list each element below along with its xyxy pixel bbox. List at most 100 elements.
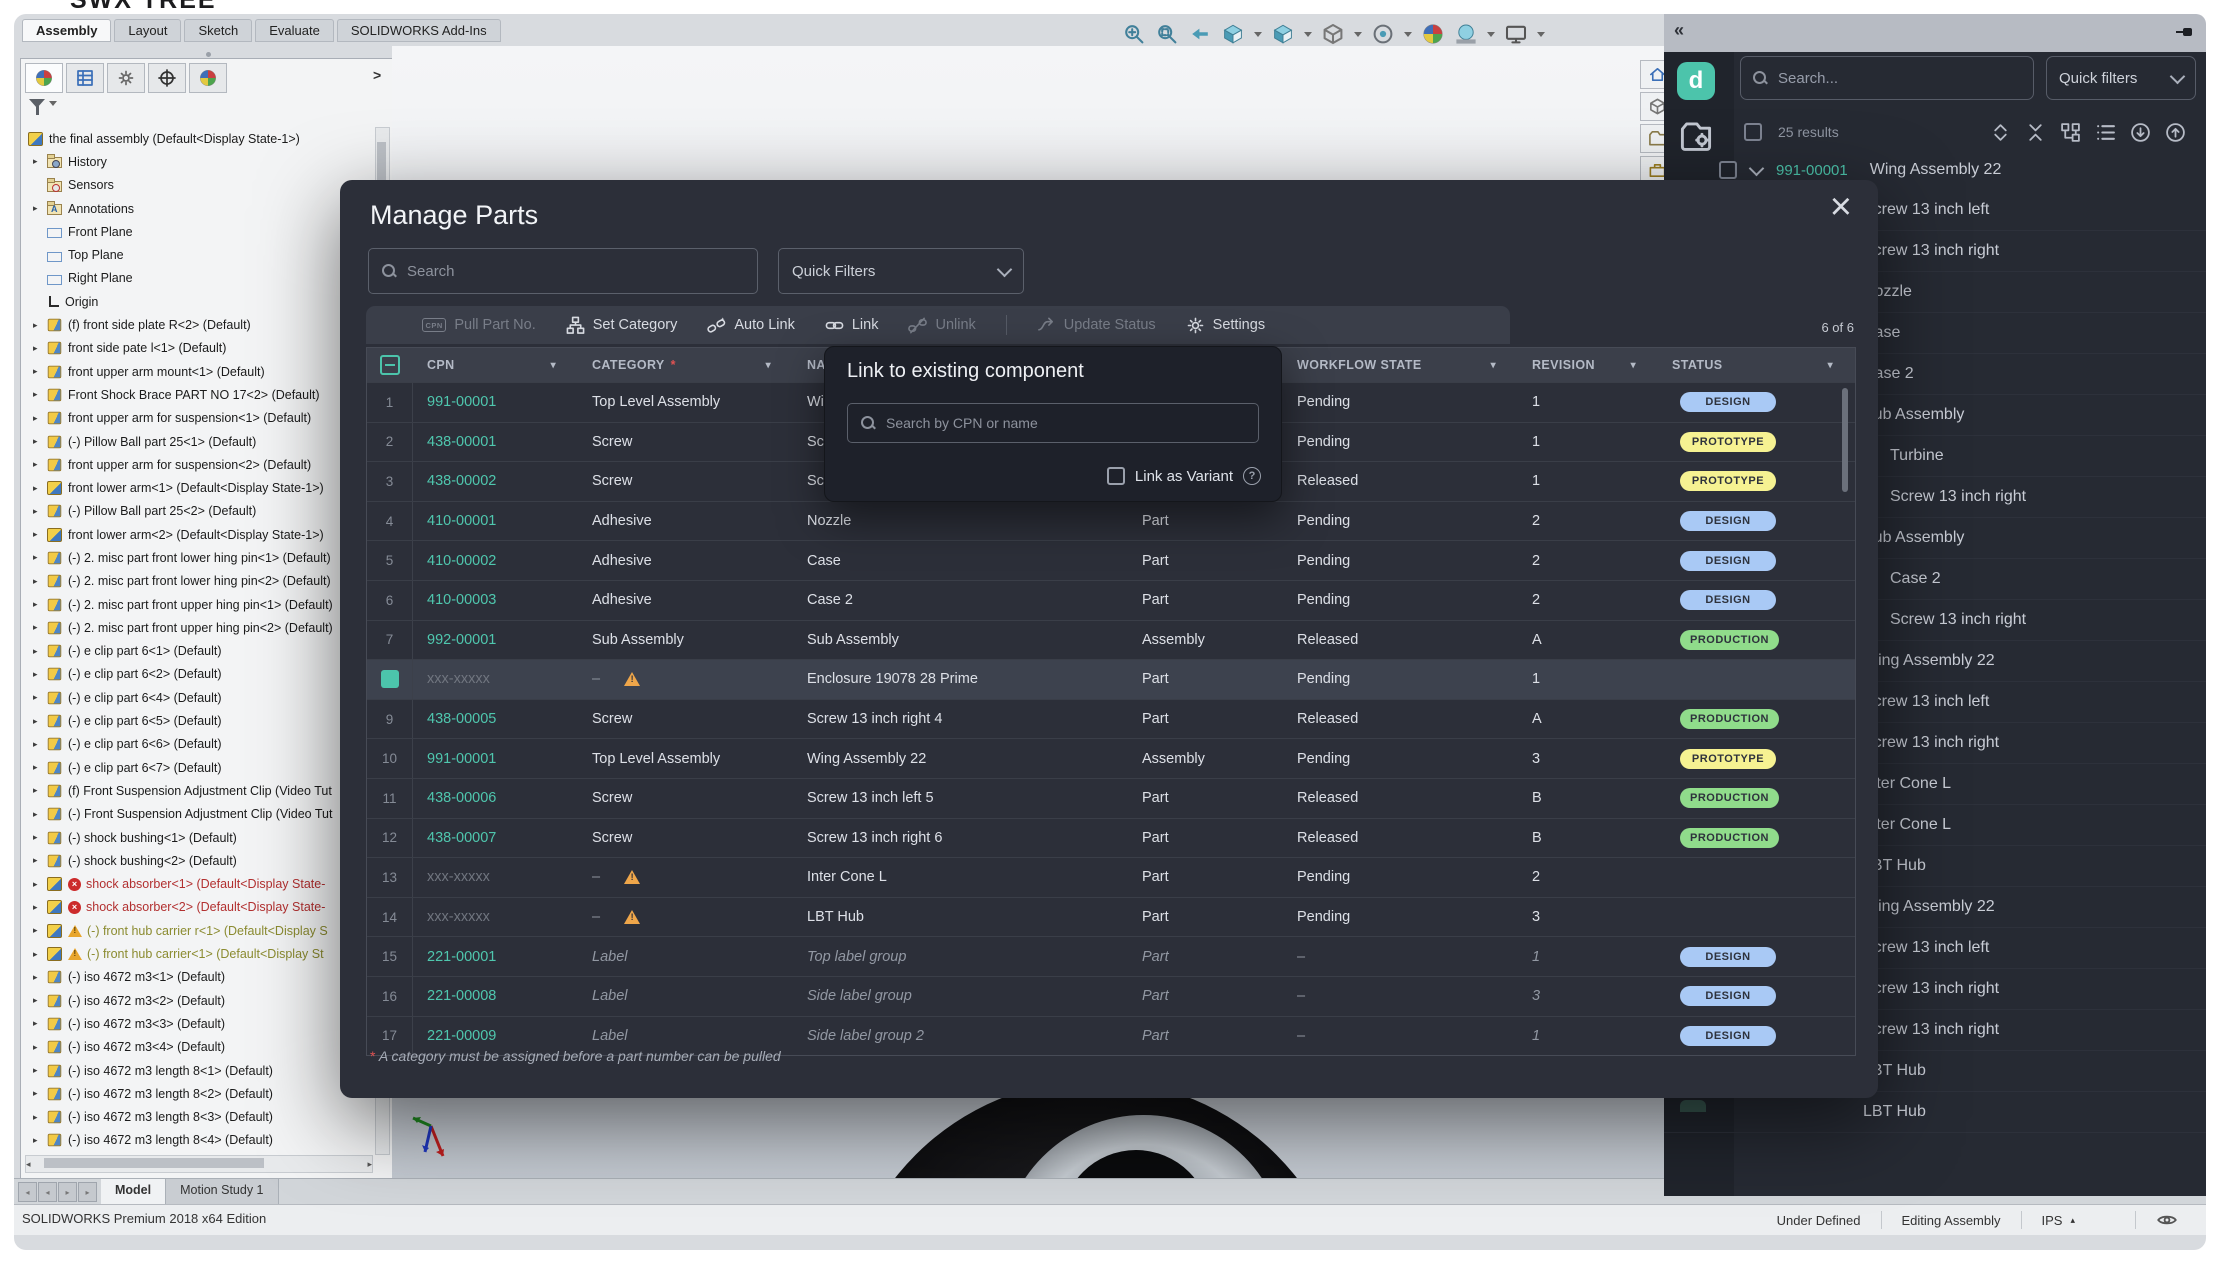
tree-item[interactable]: ▸(-) iso 4672 m3<1> (Default) [25,966,371,989]
hide-show-items-icon[interactable] [1371,22,1395,46]
taskpane-home-icon[interactable] [1640,60,1664,89]
tree-item[interactable]: ▸(-) 2. misc part front upper hing pin<2… [25,616,371,639]
previous-view-icon[interactable] [1188,22,1212,46]
expand-arrow-icon[interactable]: ▸ [33,1089,47,1098]
expand-arrow-icon[interactable]: ▸ [33,647,47,656]
expand-arrow-icon[interactable]: ▸ [33,740,47,749]
tree-item[interactable]: ▸(-) e clip part 6<1> (Default) [25,640,371,663]
view-settings-icon[interactable] [1504,22,1528,46]
taskpane-design-library-icon[interactable] [1640,92,1664,121]
view-settings-icon-caret[interactable] [1537,32,1545,37]
select-all-checkbox[interactable] [1744,123,1762,141]
expand-arrow-icon[interactable]: ▸ [33,553,47,562]
expand-arrow-icon[interactable]: ▸ [33,810,47,819]
duro-logo[interactable]: d [1677,62,1715,100]
tree-item[interactable]: ▸(-) e clip part 6<5> (Default) [25,709,371,732]
close-icon[interactable]: × [1830,188,1852,226]
tree-item[interactable]: ▸(f) Front Suspension Adjustment Clip (V… [25,779,371,802]
tree-item[interactable]: ▸(-) 2. misc part front lower hing pin<1… [25,546,371,569]
column-header-category[interactable]: CATEGORY*▾ [578,358,793,372]
expand-arrow-icon[interactable]: ▸ [33,973,47,982]
tree-item[interactable]: ▸(-) Pillow Ball part 25<1> (Default) [25,430,371,453]
tree-item[interactable]: ▸Annotations [25,197,371,220]
tree-item[interactable]: ▸(-) e clip part 6<2> (Default) [25,663,371,686]
tree-item[interactable]: ▸front upper arm for suspension<1> (Defa… [25,407,371,430]
tree-item[interactable]: ▸(-) 2. misc part front upper hing pin<1… [25,593,371,616]
tree-item[interactable]: ▸(-) iso 4672 m3 length 8<2> (Default) [25,1082,371,1105]
taskpane-file-explorer-icon[interactable] [1640,124,1664,153]
expand-arrow-icon[interactable]: ▸ [33,530,47,539]
expand-arrow-icon[interactable]: ▸ [33,950,47,959]
column-header-select[interactable] [367,355,413,375]
display-style-icon-caret[interactable] [1354,32,1362,37]
tab-displaymanager-tab-icon[interactable] [189,63,227,93]
expand-arrow-icon[interactable]: ▸ [33,1043,47,1052]
expand-arrow-icon[interactable]: ▸ [33,833,47,842]
folder-settings-icon[interactable] [1679,118,1713,152]
modal-quick-filters[interactable]: Quick Filters [778,248,1024,294]
column-header-workflow-state[interactable]: WORKFLOW STATE▾ [1283,358,1518,372]
expand-arrow-icon[interactable]: ▸ [33,903,47,912]
tree-item[interactable]: ▸(-) shock bushing<1> (Default) [25,826,371,849]
tree-item[interactable]: ▸(-) e clip part 6<6> (Default) [25,733,371,756]
expand-arrow-icon[interactable]: ▸ [33,1019,47,1028]
modal-search-input[interactable]: Search [368,248,758,294]
table-row[interactable]: 11438-00006ScrewScrew 13 inch left 5Part… [367,778,1855,818]
sort-caret-icon[interactable]: ▾ [1631,360,1644,371]
tab-nav-prev[interactable]: ◂ [38,1182,57,1202]
tree-item[interactable]: ▸History [25,150,371,173]
tree-item[interactable]: Sensors [25,174,371,197]
hide-show-eye-icon[interactable] [2135,1211,2198,1229]
tree-item[interactable]: ▸(-) iso 4672 m3 length 8<1> (Default) [25,1059,371,1082]
expand-arrow-icon[interactable]: ▸ [33,367,47,376]
expand-arrow-icon[interactable]: ▸ [33,390,47,399]
section-view-icon-caret[interactable] [1254,32,1262,37]
expand-arrow-icon[interactable]: ▸ [33,623,47,632]
root-cpn[interactable]: 991-00001 [1776,162,1848,179]
sidebar-quick-filters[interactable]: Quick filters [2046,56,2196,100]
table-row[interactable]: 7992-00001Sub AssemblySub AssemblyAssemb… [367,620,1855,660]
table-row[interactable]: xxx-xxxxx–Enclosure 19078 28 PrimePartPe… [367,659,1855,699]
expand-arrow-icon[interactable]: ▸ [33,577,47,586]
tree-item[interactable]: ▸(-) iso 4672 m3<4> (Default) [25,1036,371,1059]
tab-nav-last[interactable]: ▸ [78,1182,97,1202]
ips-caret-icon[interactable]: ▴ [2070,1215,2075,1226]
tab-featuremanager-tab-icon[interactable] [25,63,63,93]
tree-item[interactable]: ▸(-) front hub carrier r<1> (Default<Dis… [25,919,371,942]
expand-arrow-icon[interactable]: ▸ [33,1136,47,1145]
sort-caret-icon[interactable]: ▾ [1828,360,1841,371]
table-row[interactable]: 6410-00003AdhesiveCase 2PartPending2DESI… [367,580,1855,620]
table-row[interactable]: 10991-00001Top Level AssemblyWing Assemb… [367,738,1855,778]
tab-nav-first[interactable]: ◂ [18,1182,37,1202]
expand-arrow-icon[interactable]: ▸ [33,693,47,702]
table-row[interactable]: 16221-00008LabelSide label groupPart–3DE… [367,976,1855,1016]
expand-arrow-icon[interactable]: ▸ [33,786,47,795]
list-view-icon[interactable] [2095,122,2116,143]
table-row[interactable]: 12438-00007ScrewScrew 13 inch right 6Par… [367,818,1855,858]
tree-item[interactable]: ▸(-) iso 4672 m3<3> (Default) [25,1012,371,1035]
popup-search-input[interactable]: Search by CPN or name [847,403,1259,443]
zoom-area-icon[interactable] [1155,22,1179,46]
tree-item[interactable]: ▸(-) Front Suspension Adjustment Clip (V… [25,803,371,826]
expand-arrow-icon[interactable]: ▸ [33,763,47,772]
expand-arrow-icon[interactable]: ▸ [33,880,47,889]
tree-item[interactable]: ▸Front Shock Brace PART NO 17<2> (Defaul… [25,383,371,406]
tab-nav-next[interactable]: ▸ [58,1182,77,1202]
column-header-revision[interactable]: REVISION▾ [1518,358,1658,372]
scroll-left-icon[interactable]: ◂ [26,1159,31,1170]
expand-all-icon[interactable] [1990,122,2011,143]
tree-item[interactable]: ▸front lower arm<2> (Default<Display Sta… [25,523,371,546]
expand-arrow-icon[interactable]: ▸ [33,437,47,446]
menu-tab-evaluate[interactable]: Evaluate [255,19,334,42]
tree-item[interactable]: ▸(-) front hub carrier<1> (Default<Displ… [25,942,371,965]
view-orientation-icon[interactable] [1271,22,1295,46]
list-item[interactable]: LBT Hub [1664,1092,2206,1133]
export-icon[interactable] [2165,122,2186,143]
tree-item[interactable]: ▸(-) iso 4672 m3 length 8<3> (Default) [25,1105,371,1128]
set-category-button[interactable]: Set Category [566,316,678,335]
tree-item[interactable]: the final assembly (Default<Display Stat… [25,127,371,150]
link-button[interactable]: Link [825,316,879,335]
tab-configurationmanager-tab-icon[interactable] [107,63,145,93]
tree-item[interactable]: ▸front side pate l<1> (Default) [25,337,371,360]
pin-icon[interactable] [2176,27,2192,37]
